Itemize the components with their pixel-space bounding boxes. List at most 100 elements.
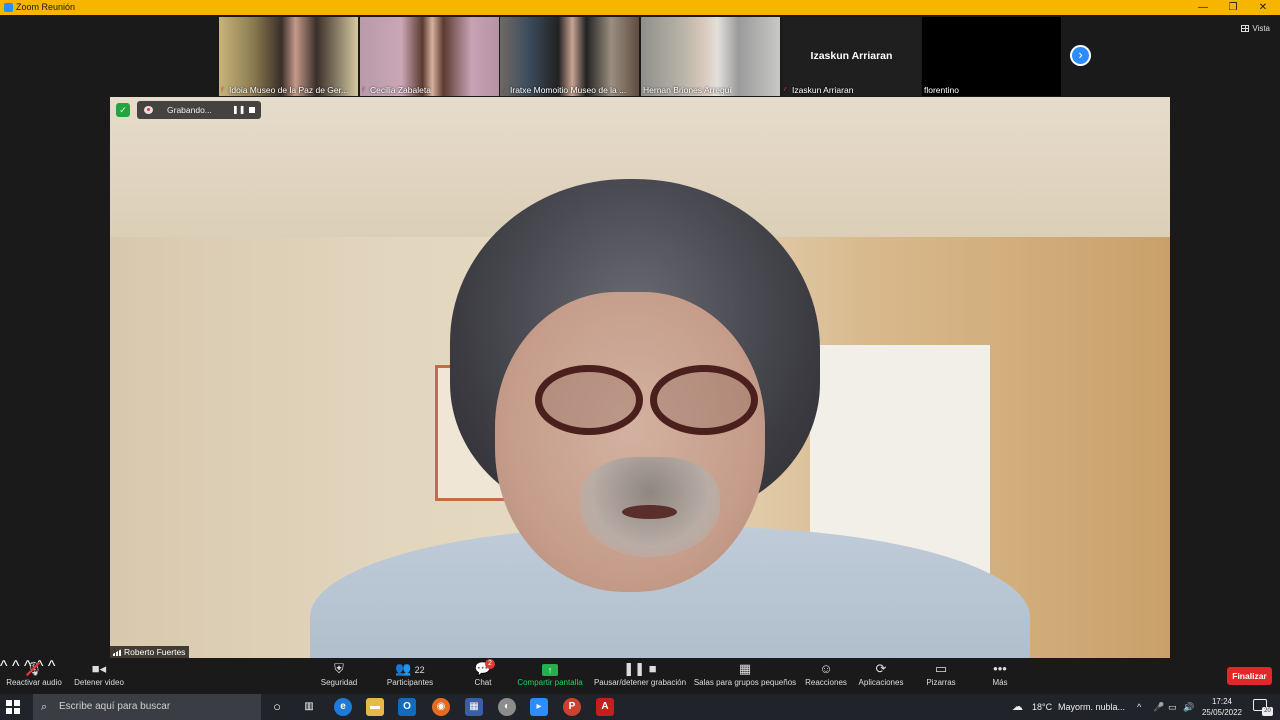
meeting-toolbar: 🎙 Reactivar audio ^ ■◂ Detener video ^ ⛨…: [0, 658, 1280, 694]
speaker-name: Roberto Fuertes: [124, 647, 186, 657]
participant-name: ⁄ Idoia Museo de la Paz de Ger...: [221, 85, 349, 95]
share-screen-icon: ↑: [542, 664, 558, 676]
participant-name: ⁄ Cecilia Zabaleta: [362, 85, 431, 95]
microphone-muted-icon: 🎙: [26, 658, 43, 680]
clock-time: 17:24: [1211, 697, 1233, 706]
participants-label: Participantes: [386, 678, 434, 687]
weather-text[interactable]: Mayorm. nubla...: [1058, 694, 1130, 720]
recording-indicator: Grabando... ❚❚: [137, 101, 261, 119]
mic-muted-icon: ⁄: [362, 86, 364, 95]
whiteboards-label: Pizarras: [926, 678, 956, 687]
chat-icon: 💬: [474, 661, 492, 676]
title-bar: Zoom Reunión — ❐ ✕: [0, 0, 1280, 15]
participant-tile[interactable]: ⁄ Iratxe Momoitio Museo de la ...: [500, 17, 639, 96]
participant-tile[interactable]: Izaskun Arriaran ⁄ Izaskun Arriaran: [782, 17, 921, 96]
view-button-label: Vista: [1252, 24, 1270, 33]
search-icon: ⌕: [41, 701, 48, 713]
unmute-button[interactable]: 🎙 Reactivar audio: [4, 658, 64, 694]
app-icon[interactable]: ◐: [498, 698, 516, 716]
stop-video-label: Detener video: [74, 678, 124, 687]
chevron-up-icon[interactable]: ^: [1137, 694, 1141, 720]
share-screen-button[interactable]: ↑ Compartir pantalla: [514, 658, 586, 694]
pause-recording-button[interactable]: ❚❚: [232, 101, 245, 119]
zoom-taskbar-icon[interactable]: ▸: [530, 698, 548, 716]
windows-start-icon[interactable]: [6, 700, 20, 714]
breakout-rooms-icon: ▦: [738, 661, 752, 676]
edge-browser-icon[interactable]: e: [334, 698, 352, 716]
network-icon[interactable]: ▭: [1168, 694, 1177, 720]
participant-tile[interactable]: florentino: [922, 17, 1061, 96]
apps-button[interactable]: ⟳ Aplicaciones: [854, 658, 908, 694]
mic-muted-icon: ⁄: [221, 86, 223, 95]
volume-icon[interactable]: 🔊: [1183, 694, 1194, 720]
pause-stop-recording-label: Pausar/detener grabación: [593, 678, 687, 687]
acrobat-icon[interactable]: A: [596, 698, 614, 716]
participant-center-name: Izaskun Arriaran: [810, 50, 893, 62]
security-shield-icon[interactable]: ✓: [116, 103, 130, 117]
speaker-glasses: [535, 365, 643, 435]
powerpoint-icon[interactable]: P: [563, 698, 581, 716]
microphone-icon[interactable]: 🎤: [1153, 694, 1164, 720]
participant-tile[interactable]: Hernan Briones Arregui: [641, 17, 780, 96]
stop-video-button[interactable]: ■◂ Detener video: [70, 658, 128, 694]
speaker-glasses: [650, 365, 758, 435]
close-button[interactable]: ✕: [1248, 0, 1278, 15]
recording-cloud-icon: [144, 106, 153, 114]
clock-date: 25/05/2022: [1201, 708, 1243, 717]
apps-label: Aplicaciones: [858, 678, 904, 687]
search-placeholder: Escribe aquí para buscar: [59, 701, 171, 712]
main-video: [110, 97, 1170, 658]
apps-icon: ⟳: [875, 661, 887, 676]
participant-name: Hernan Briones Arregui: [643, 85, 732, 95]
weather-temperature[interactable]: 18°C: [1032, 694, 1052, 720]
windows-taskbar: ⌕ Escribe aquí para buscar ○ ▥ e ▬ O ◉ ▦…: [0, 694, 1280, 720]
maximize-button[interactable]: ❐: [1218, 0, 1248, 15]
zoom-app-icon: [4, 3, 13, 12]
whiteboards-button[interactable]: ▭ Pizarras: [920, 658, 962, 694]
signal-bars-icon: [113, 649, 122, 656]
firefox-icon[interactable]: ◉: [432, 698, 450, 716]
file-explorer-icon[interactable]: ▬: [366, 698, 384, 716]
taskbar-search-input[interactable]: ⌕ Escribe aquí para buscar: [33, 694, 261, 720]
calculator-icon[interactable]: ▦: [465, 698, 483, 716]
reactions-label: Reacciones: [805, 678, 847, 687]
reactions-icon: ☺: [819, 661, 833, 676]
speaker-name-chip: Roberto Fuertes: [110, 646, 190, 658]
notification-count: 20: [1262, 707, 1273, 716]
participant-name: florentino: [924, 85, 959, 95]
security-button[interactable]: ⛨ Seguridad: [316, 658, 362, 694]
more-label: Más: [992, 678, 1008, 687]
reactions-button[interactable]: ☺ Reacciones: [802, 658, 850, 694]
weather-cloud-icon[interactable]: ☁: [1012, 694, 1023, 720]
speaker-mouth: [622, 505, 677, 519]
shield-icon: ⛨: [334, 661, 344, 676]
mic-muted-icon: ⁄: [784, 86, 786, 95]
grid-view-icon: [1241, 25, 1250, 32]
participants-icon: 👥: [395, 661, 412, 676]
task-view-icon[interactable]: ▥: [300, 698, 318, 716]
breakout-rooms-label: Salas para grupos pequeños: [693, 678, 797, 687]
share-screen-label: Compartir pantalla: [517, 678, 583, 687]
end-meeting-button[interactable]: Finalizar: [1227, 667, 1272, 685]
participant-tile[interactable]: ⁄ Idoia Museo de la Paz de Ger...: [219, 17, 358, 96]
whiteboard-icon: ▭: [934, 661, 948, 676]
recording-label: Grabando...: [167, 105, 212, 115]
cortana-icon[interactable]: ○: [268, 698, 286, 716]
participant-tile[interactable]: ⁄ Cecilia Zabaleta: [360, 17, 499, 96]
more-dots-icon: •••: [993, 661, 1007, 676]
participant-name: ⁄ Iratxe Momoitio Museo de la ...: [502, 85, 627, 95]
view-button[interactable]: Vista: [1241, 24, 1270, 33]
video-camera-icon: ■◂: [91, 661, 107, 676]
more-button[interactable]: ••• Más: [986, 658, 1014, 694]
security-label: Seguridad: [320, 678, 358, 687]
next-page-button[interactable]: ›: [1070, 45, 1091, 66]
pause-stop-icon: ❚❚ ■: [623, 661, 657, 676]
minimize-button[interactable]: —: [1188, 0, 1218, 15]
window-title: Zoom Reunión: [16, 2, 76, 12]
pause-stop-recording-button[interactable]: ❚❚ ■ Pausar/detener grabación: [592, 658, 688, 694]
stop-recording-button[interactable]: [249, 107, 255, 113]
outlook-icon[interactable]: O: [398, 698, 416, 716]
participants-button[interactable]: 👥 22 Participantes: [380, 658, 440, 694]
breakout-rooms-button[interactable]: ▦ Salas para grupos pequeños: [692, 658, 798, 694]
system-clock[interactable]: 17:24 25/05/2022: [1196, 696, 1248, 718]
